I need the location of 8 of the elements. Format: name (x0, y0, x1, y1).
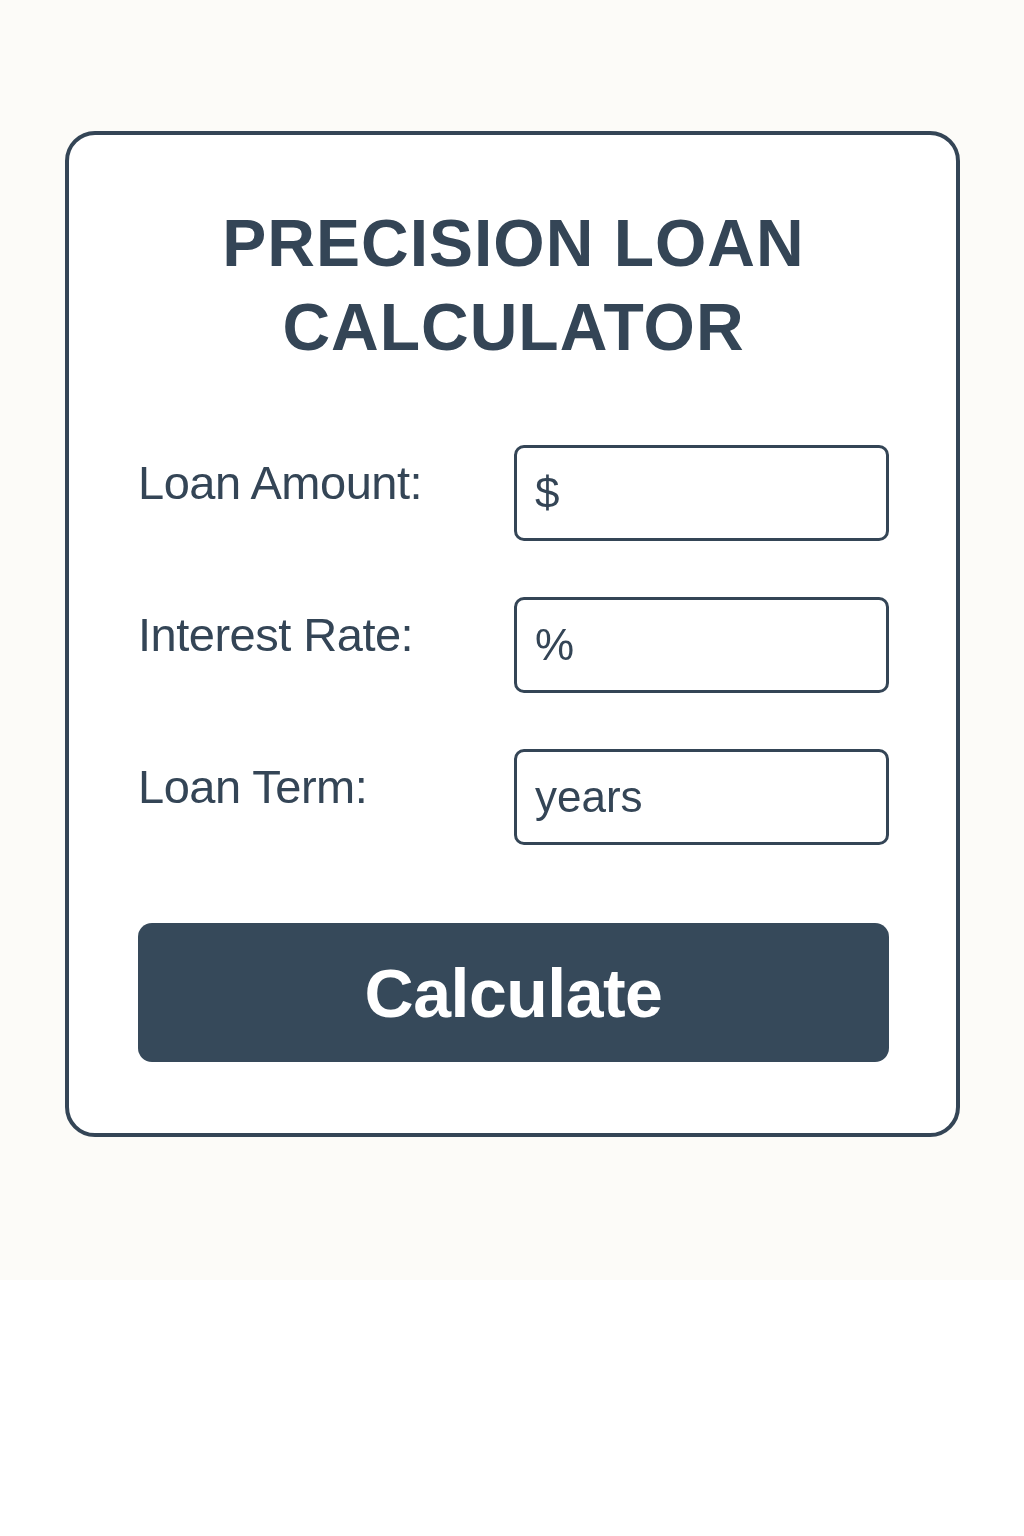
input-field[interactable]: $ (514, 445, 889, 541)
field-label: Interest Rate: (138, 607, 415, 658)
input-field[interactable]: years (514, 749, 889, 845)
field-label: Loan Term: (138, 759, 369, 810)
card-title: PRECISION LOAN CALCULATOR (221, 205, 806, 366)
input-field[interactable]: % (514, 597, 889, 693)
calculate-button[interactable]: Calculate (138, 923, 889, 1062)
field-label: Loan Amount: (138, 455, 424, 506)
